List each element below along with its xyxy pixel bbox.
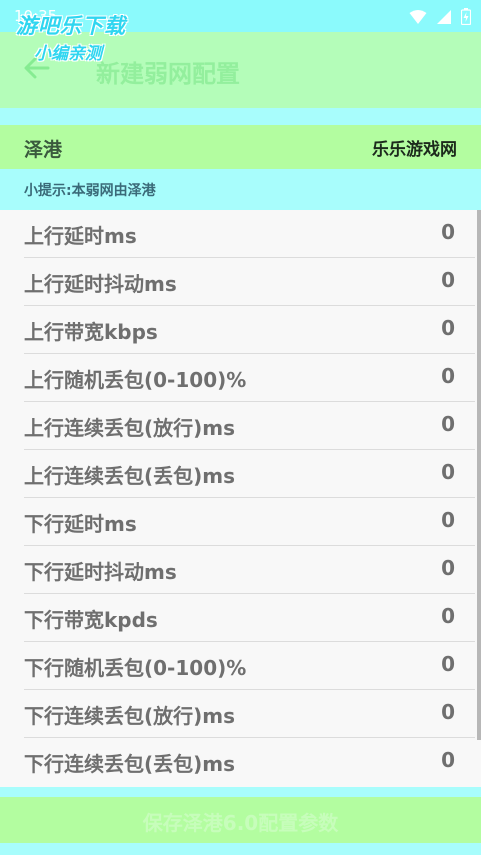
- list-item-downlink-burst-drop[interactable]: 下行连续丢包(丢包)ms 0: [24, 738, 475, 786]
- watermark-line1: 游吧乐下载: [16, 14, 126, 38]
- row-value: 0: [441, 220, 455, 244]
- row-value: 0: [441, 364, 455, 388]
- row-label: 上行延时ms: [24, 224, 137, 248]
- row-label: 下行延时抖动ms: [24, 560, 177, 584]
- settings-list: 上行延时ms 0 上行延时抖动ms 0 上行带宽kbps 0 上行随机丢包(0-…: [0, 210, 481, 787]
- section-header: 泽港 乐乐游戏网: [0, 125, 481, 169]
- list-item-uplink-burst-drop[interactable]: 上行连续丢包(丢包)ms 0: [24, 450, 475, 498]
- battery-icon: [461, 8, 471, 25]
- row-value: 0: [441, 652, 455, 676]
- row-value: 0: [441, 748, 455, 772]
- row-label: 上行随机丢包(0-100)%: [24, 368, 247, 392]
- row-label: 下行随机丢包(0-100)%: [24, 656, 247, 680]
- row-value: 0: [441, 556, 455, 580]
- row-label: 上行连续丢包(丢包)ms: [24, 464, 236, 488]
- row-value: 0: [441, 460, 455, 484]
- list-item-downlink-bandwidth[interactable]: 下行带宽kpds 0: [24, 594, 475, 642]
- save-button-label: 保存泽港6.0配置参数: [142, 811, 339, 835]
- row-value: 0: [441, 268, 455, 292]
- list-item-downlink-delay[interactable]: 下行延时ms 0: [24, 498, 475, 546]
- status-icons: [409, 8, 471, 25]
- signal-icon: [437, 9, 451, 24]
- row-label: 下行连续丢包(放行)ms: [24, 704, 236, 728]
- list-item-uplink-bandwidth[interactable]: 上行带宽kbps 0: [24, 306, 475, 354]
- list-item-uplink-burst-pass[interactable]: 上行连续丢包(放行)ms 0: [24, 402, 475, 450]
- row-label: 上行延时抖动ms: [24, 272, 177, 296]
- row-value: 0: [441, 604, 455, 628]
- list-item-uplink-delay[interactable]: 上行延时ms 0: [24, 210, 475, 258]
- list-item-uplink-random-loss[interactable]: 上行随机丢包(0-100)% 0: [24, 354, 475, 402]
- row-label: 下行连续丢包(丢包)ms: [24, 752, 236, 776]
- scrollbar[interactable]: [477, 210, 481, 740]
- row-value: 0: [441, 508, 455, 532]
- list-item-downlink-jitter[interactable]: 下行延时抖动ms 0: [24, 546, 475, 594]
- list-item-downlink-burst-pass[interactable]: 下行连续丢包(放行)ms 0: [24, 690, 475, 738]
- row-value: 0: [441, 412, 455, 436]
- row-label: 上行连续丢包(放行)ms: [24, 416, 236, 440]
- row-label: 下行带宽kpds: [24, 608, 158, 632]
- wifi-icon: [409, 9, 427, 24]
- list-item-uplink-jitter[interactable]: 上行延时抖动ms 0: [24, 258, 475, 306]
- row-label: 下行延时ms: [24, 512, 137, 536]
- section-source: 乐乐游戏网: [372, 140, 457, 160]
- tip-text: 小提示:本弱网由泽港: [24, 183, 156, 199]
- watermark: 游吧乐下载 小编亲测: [16, 10, 126, 64]
- list-item-downlink-random-loss[interactable]: 下行随机丢包(0-100)% 0: [24, 642, 475, 690]
- row-value: 0: [441, 316, 455, 340]
- section-title: 泽港: [24, 139, 63, 161]
- row-value: 0: [441, 700, 455, 724]
- save-button[interactable]: 保存泽港6.0配置参数: [0, 797, 481, 843]
- watermark-line2: 小编亲测: [34, 44, 102, 64]
- row-label: 上行带宽kbps: [24, 320, 158, 344]
